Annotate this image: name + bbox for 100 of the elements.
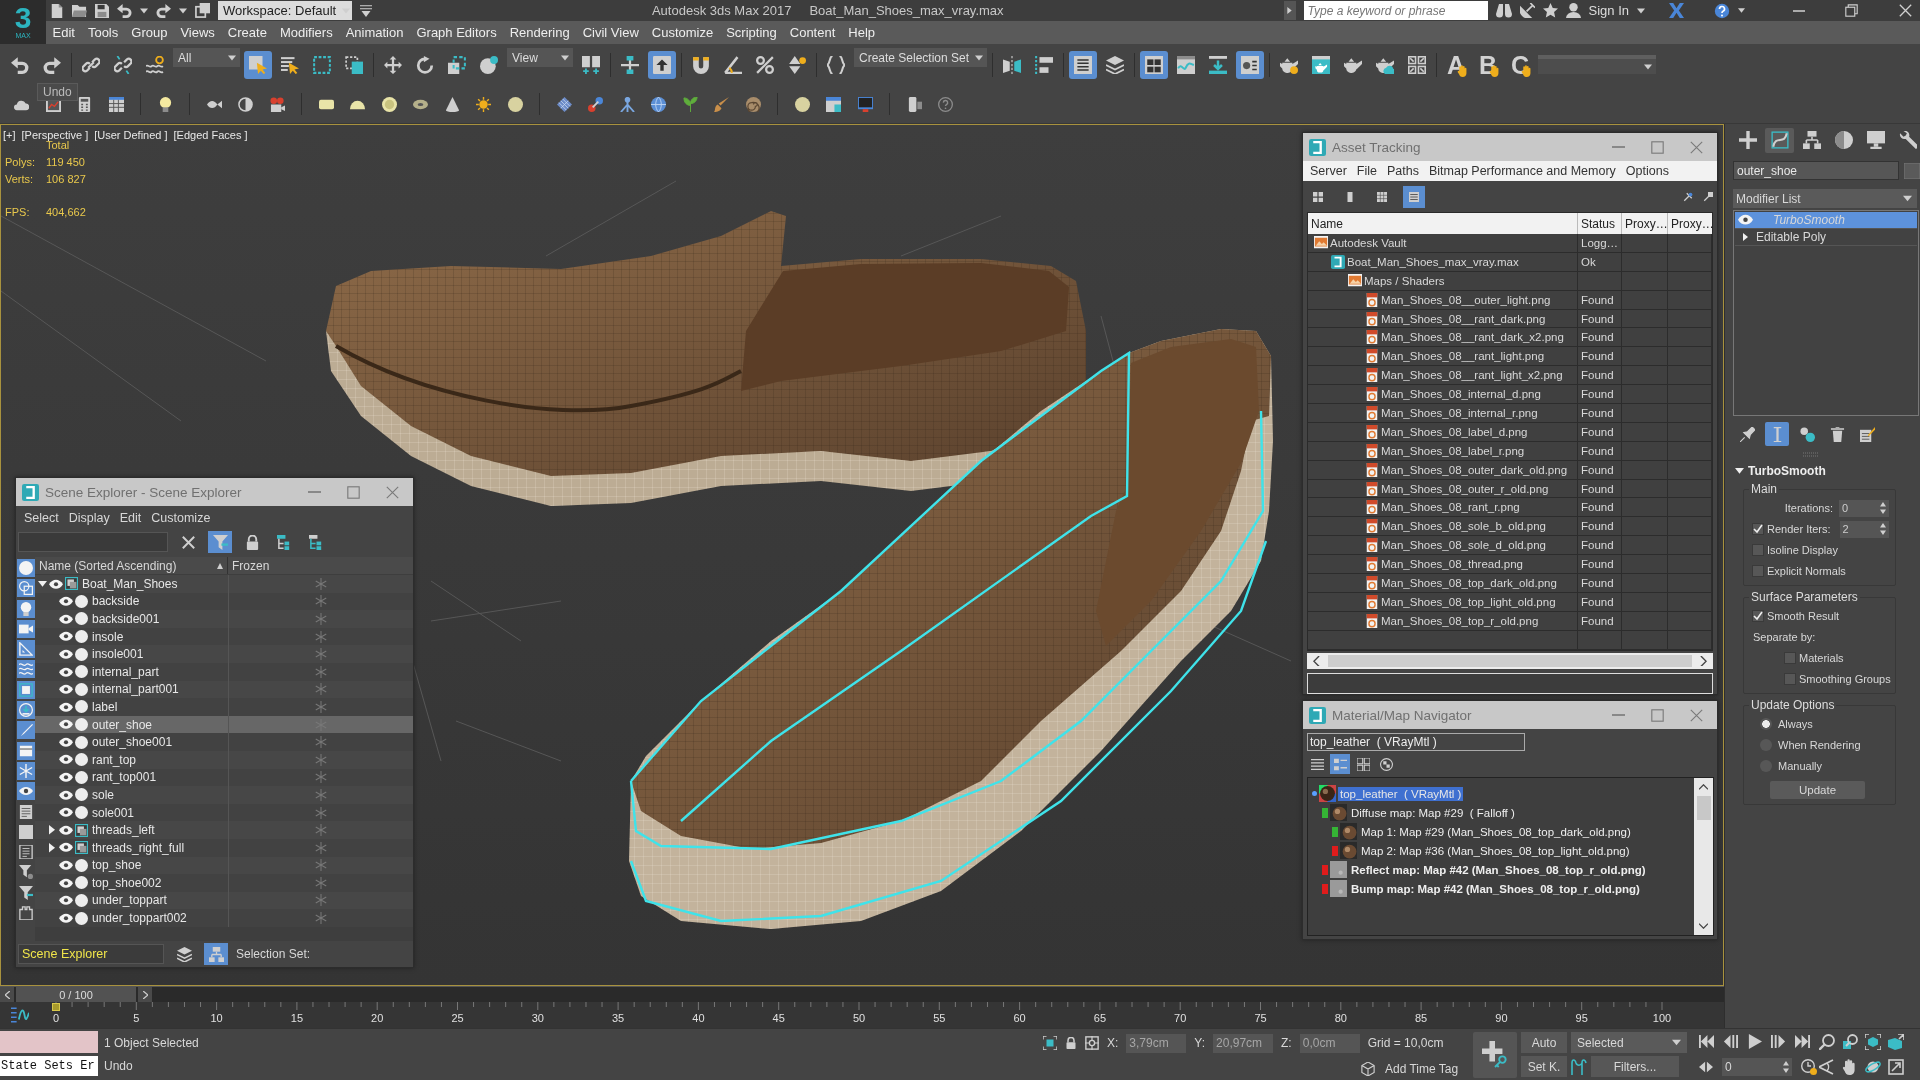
explorer-dropdown[interactable]: Scene Explorer <box>18 944 164 964</box>
viewport-menu-label[interactable]: [User Defined ] <box>94 129 168 141</box>
checkbox[interactable] <box>1752 544 1764 556</box>
scrollbar-thumb[interactable] <box>1696 796 1711 820</box>
caret-icon[interactable] <box>179 6 187 15</box>
object-name-field[interactable]: outer_shoe <box>1733 161 1899 180</box>
clock-gear-icon[interactable] <box>1801 1058 1817 1075</box>
calculator-icon[interactable] <box>77 96 92 112</box>
script-listener-field[interactable] <box>0 1031 98 1053</box>
horizontal-scrollbar[interactable] <box>1307 652 1713 670</box>
cube-icon[interactable] <box>1361 1061 1375 1076</box>
spinner-field[interactable]: 0 <box>1839 499 1889 517</box>
key-mode-button[interactable]: Auto <box>1521 1032 1567 1053</box>
left-right-arrows-icon[interactable] <box>1699 1059 1713 1074</box>
selection-filter-dropdown[interactable]: All <box>173 48 240 67</box>
advanced-filter-button[interactable] <box>16 863 35 882</box>
menu-item[interactable]: Tools <box>81 25 125 40</box>
eye-icon[interactable] <box>59 684 73 695</box>
asset-name[interactable]: Man_Shoes_08_rant_r.png <box>1381 501 1520 514</box>
rollout-header[interactable]: TurboSmooth <box>1733 464 1883 478</box>
current-frame-field[interactable]: 0 <box>1722 1057 1792 1076</box>
eye-icon[interactable] <box>59 842 73 853</box>
asset-name[interactable]: Man_Shoes_08__outer_light.png <box>1381 293 1551 306</box>
vertical-scrollbar[interactable] <box>1694 778 1713 935</box>
asset-name[interactable]: Man_Shoes_08__rant_dark.png <box>1381 312 1546 325</box>
eye-icon[interactable] <box>59 824 73 836</box>
search-field[interactable]: Type a keyword or phrase <box>1303 1 1488 20</box>
viewport-menu-label[interactable]: [+] <box>3 129 16 141</box>
document-icon[interactable] <box>50 3 64 18</box>
radio-button[interactable] <box>1760 718 1772 730</box>
window-icon[interactable] <box>826 96 841 112</box>
star-icon[interactable] <box>1542 3 1558 18</box>
material-name-field[interactable]: top_leather ( VRayMtl ) <box>1307 733 1525 751</box>
screen-icon[interactable] <box>857 96 873 112</box>
bones-filter-button[interactable] <box>16 721 35 740</box>
menu-item[interactable]: Customize <box>645 25 720 40</box>
helpers-filter-button[interactable] <box>16 640 35 659</box>
asset-name[interactable]: Man_Shoes_08_outer_r_old.png <box>1381 482 1549 495</box>
eye-icon[interactable] <box>1738 214 1753 226</box>
chevron-right-icon[interactable] <box>1700 655 1707 667</box>
checkbox[interactable] <box>1752 610 1764 622</box>
asset-name[interactable]: Man_Shoes_08_label_d.png <box>1381 425 1528 438</box>
modify-tab[interactable] <box>1765 127 1794 153</box>
invert-filter-button[interactable] <box>16 843 35 862</box>
tree-row[interactable]: under_toppart002 <box>35 909 413 927</box>
asset-name[interactable]: Man_Shoes_08_outer_dark_old.png <box>1381 463 1568 476</box>
time-slider-track[interactable]: 0 / 100 <box>0 986 1724 1002</box>
menu-item[interactable]: Animation <box>339 25 410 40</box>
spacewarps-filter-button[interactable] <box>16 660 35 679</box>
eye-icon[interactable] <box>49 578 63 590</box>
eye-icon[interactable] <box>59 789 73 801</box>
restore-icon[interactable] <box>1845 4 1858 17</box>
ribbon-toggle-button[interactable] <box>1140 50 1169 79</box>
asset-name[interactable]: Man_Shoes_08_top_dark_old.png <box>1381 576 1557 589</box>
none-filter-button[interactable] <box>16 822 35 841</box>
chevron-down-icon[interactable] <box>1699 923 1708 929</box>
set-key-button[interactable] <box>1473 1031 1517 1078</box>
maximize-viewport-icon[interactable] <box>1888 1059 1904 1076</box>
viewport-menu-label[interactable]: [Edged Faces ] <box>173 129 248 141</box>
path-field[interactable] <box>1307 673 1713 694</box>
lock-icon[interactable] <box>1065 1037 1077 1049</box>
caret-icon[interactable] <box>140 6 148 15</box>
menu-item[interactable]: Display <box>63 511 115 525</box>
magnifier-icon[interactable] <box>1819 1033 1835 1050</box>
eye-icon[interactable] <box>59 736 73 748</box>
eye-icon[interactable] <box>59 772 73 783</box>
workspace-dropdown[interactable]: Workspace: Default <box>218 1 352 20</box>
asset-name[interactable]: Man_Shoes_08_sole_d_old.png <box>1381 539 1546 552</box>
angle-arrow-icon[interactable] <box>1819 1059 1835 1076</box>
sign-in-link[interactable]: Sign In <box>1588 3 1629 18</box>
containers-filter-button[interactable] <box>16 741 35 760</box>
project-folder-icon[interactable] <box>195 3 210 18</box>
material-tree-item[interactable]: Diffuse map: Map #29 ( Falloff ) <box>1349 805 1517 820</box>
user-icon[interactable] <box>1565 3 1581 18</box>
caret-icon[interactable] <box>1637 6 1645 15</box>
groups-filter-button[interactable] <box>16 680 35 699</box>
chevron-up-icon[interactable] <box>1699 784 1708 790</box>
redo-icon[interactable] <box>156 3 171 18</box>
asset-name[interactable]: Autodesk Vault <box>1330 236 1407 249</box>
ball-icon[interactable] <box>794 96 810 112</box>
plant-icon[interactable] <box>682 96 698 112</box>
caret-right-icon[interactable] <box>49 825 55 835</box>
tree-row[interactable]: label <box>35 698 413 716</box>
asset-name[interactable]: Man_Shoes_08_top_r_old.png <box>1381 614 1539 627</box>
xrefs-filter-button[interactable] <box>16 701 35 720</box>
hidden-filter-button[interactable] <box>16 782 35 801</box>
undo-icon[interactable] <box>117 3 132 18</box>
light-bulb-icon[interactable] <box>157 96 173 112</box>
menu-item[interactable]: Customize <box>146 511 216 525</box>
menu-item[interactable]: Group <box>124 25 174 40</box>
column-header[interactable]: Name <box>1308 213 1578 234</box>
isolate-frame-icon[interactable] <box>1043 1036 1057 1050</box>
details-view-button[interactable] <box>1403 185 1425 208</box>
eye-icon[interactable] <box>59 807 73 818</box>
update-button[interactable]: Update <box>1770 781 1865 799</box>
chevron-left-icon[interactable] <box>1313 655 1320 667</box>
half-circle-icon[interactable] <box>238 96 253 112</box>
eye-icon[interactable] <box>59 613 73 625</box>
tripod-icon[interactable] <box>619 96 635 112</box>
scrollbar-thumb[interactable] <box>1328 654 1692 667</box>
